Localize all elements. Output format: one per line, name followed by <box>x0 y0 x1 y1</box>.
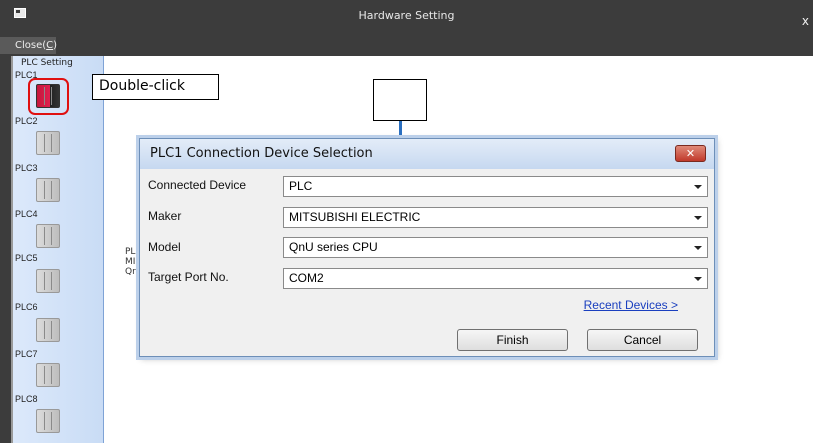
close-menu-button[interactable]: Close(C) <box>0 37 58 54</box>
target-port-label: Target Port No. <box>148 270 229 284</box>
connected-device-value: PLC <box>289 179 313 193</box>
model-select[interactable]: QnU series CPU <box>283 237 708 258</box>
title-bar: Hardware Setting x <box>0 0 813 35</box>
connection-device-selection-dialog: PLC1 Connection Device Selection ✕ Conne… <box>139 138 715 357</box>
dialog-title-bar: PLC1 Connection Device Selection ✕ <box>140 139 714 169</box>
window-frame-left <box>0 56 11 443</box>
window-close-button[interactable]: x <box>802 14 809 28</box>
plc2-device-icon[interactable] <box>36 131 60 155</box>
menu-bar <box>0 35 813 56</box>
close-menu-label: Close( <box>15 40 47 51</box>
plc-setting-header: PLC Setting <box>21 58 73 68</box>
plc5-device-icon[interactable] <box>36 269 60 293</box>
plc8-device-icon[interactable] <box>36 409 60 433</box>
connected-device-label: Connected Device <box>148 178 247 192</box>
target-port-value: COM2 <box>289 271 324 285</box>
connected-device-select[interactable]: PLC <box>283 176 708 197</box>
double-click-callout: Double-click <box>92 74 219 100</box>
sidebar-item-label-plc5: PLC5 <box>15 253 38 263</box>
background-text-2: MI <box>125 257 136 267</box>
dialog-title: PLC1 Connection Device Selection <box>150 146 373 161</box>
hardware-setting-window: Hardware Setting x Close(C) PLC Setting … <box>0 0 813 443</box>
plc4-device-icon[interactable] <box>36 224 60 248</box>
chevron-down-icon <box>694 277 702 281</box>
connector-line <box>399 121 402 139</box>
plc7-device-icon[interactable] <box>36 363 60 387</box>
model-value: QnU series CPU <box>289 240 378 254</box>
maker-label: Maker <box>148 209 182 223</box>
dialog-close-button[interactable]: ✕ <box>675 145 706 162</box>
sidebar-item-label-plc6: PLC6 <box>15 302 38 312</box>
chevron-down-icon <box>694 246 702 250</box>
target-port-select[interactable]: COM2 <box>283 268 708 289</box>
plc3-device-icon[interactable] <box>36 178 60 202</box>
close-menu-suffix: ) <box>53 40 58 51</box>
model-label: Model <box>148 240 181 254</box>
background-text-3: Qr <box>125 267 136 277</box>
highlight-ring <box>28 78 69 115</box>
recent-devices-link[interactable]: Recent Devices > <box>584 298 678 312</box>
cancel-button[interactable]: Cancel <box>587 329 698 351</box>
maker-value: MITSUBISHI ELECTRIC <box>289 210 421 224</box>
sidebar-item-label-plc3: PLC3 <box>15 163 38 173</box>
sidebar-item-label-plc8: PLC8 <box>15 394 38 404</box>
chevron-down-icon <box>694 185 702 189</box>
sidebar-item-label-plc2: PLC2 <box>15 116 38 126</box>
plc6-device-icon[interactable] <box>36 318 60 342</box>
window-title: Hardware Setting <box>358 9 455 22</box>
chevron-down-icon <box>694 216 702 220</box>
background-text-1: PL <box>125 247 136 257</box>
finish-button[interactable]: Finish <box>457 329 568 351</box>
sidebar-item-label-plc7: PLC7 <box>15 349 38 359</box>
maker-select[interactable]: MITSUBISHI ELECTRIC <box>283 207 708 228</box>
empty-callout-box <box>373 79 427 121</box>
sidebar-item-label-plc4: PLC4 <box>15 209 38 219</box>
